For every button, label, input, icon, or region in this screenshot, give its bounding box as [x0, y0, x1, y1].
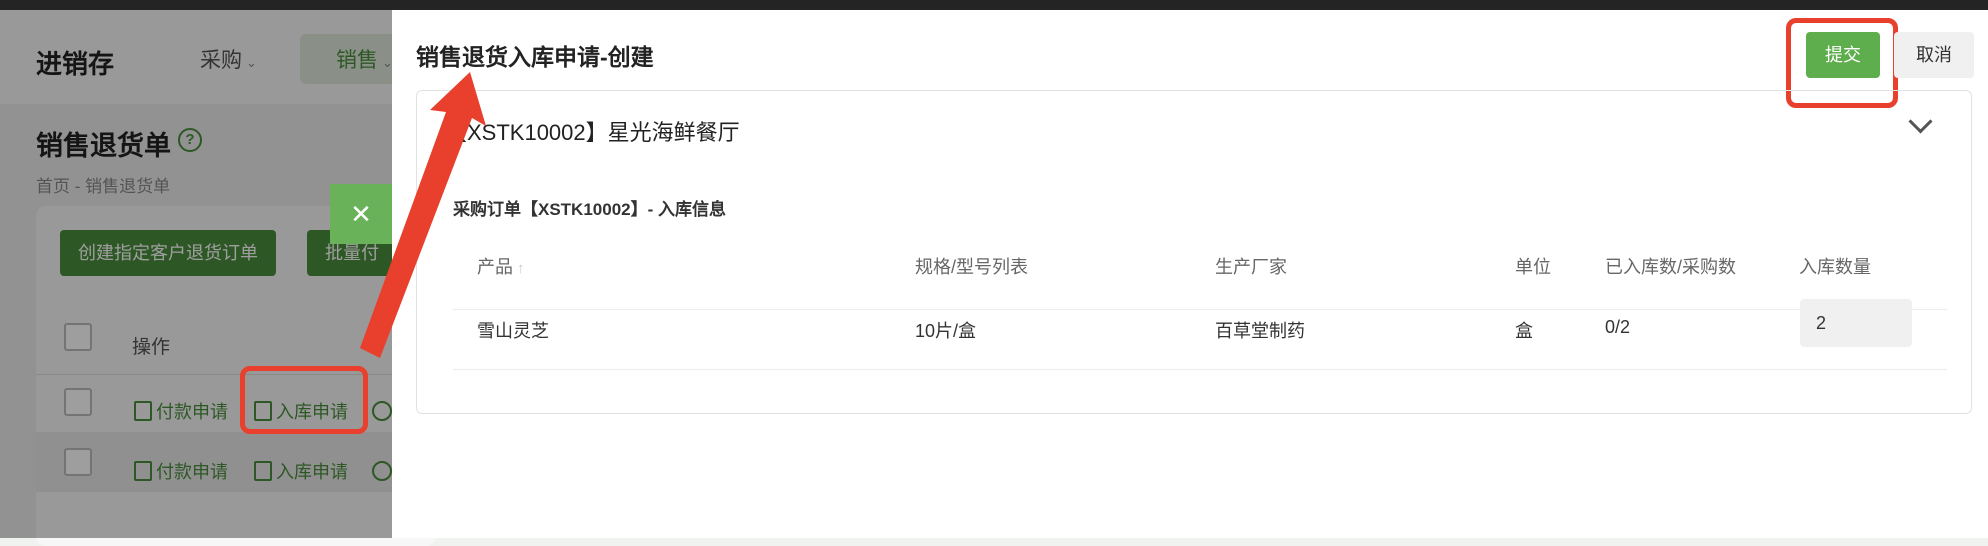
arrow-shape [360, 72, 486, 358]
annotation-arrow [360, 72, 486, 358]
